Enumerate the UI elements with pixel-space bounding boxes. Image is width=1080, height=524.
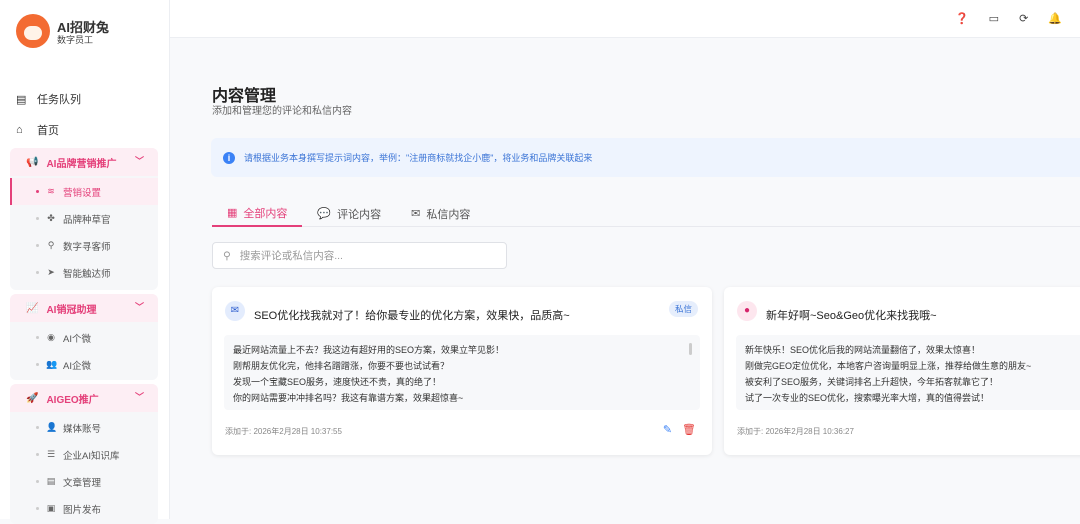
nav-label: 企业AI知识库 bbox=[63, 450, 120, 462]
brand-subtitle: 数字员工 bbox=[57, 35, 94, 45]
added-time: 添加于: 2026年2月28日 10:37:55 bbox=[225, 427, 342, 436]
home-icon: ⌂ bbox=[16, 124, 23, 136]
tab-label: 私信内容 bbox=[426, 208, 471, 221]
group-label: AI销冠助理 bbox=[46, 304, 97, 316]
nav-label: 文章管理 bbox=[63, 477, 102, 489]
send-icon: ➤ bbox=[47, 267, 55, 277]
trash-icon[interactable]: 🗑 bbox=[682, 423, 696, 436]
edit-icon[interactable]: ✎ bbox=[663, 423, 672, 436]
content-line: 你的网站需要冲冲排名吗？我这有靠谱方案，效果超惊喜~ bbox=[233, 393, 464, 403]
tab-comments[interactable]: 💬 评论内容 bbox=[302, 200, 396, 227]
content-line: 新年快乐！SEO优化后我的网站流量翻倍了，效果太惊喜！ bbox=[745, 345, 981, 355]
banner-text: 请根据业务本身撰写提示词内容，举例："注册商标就找企小鹿"，将业务和品牌关联起来 bbox=[244, 153, 593, 163]
top-bar: ❓ ▭ ⟳ 🔔 bbox=[170, 0, 1080, 38]
card-body: 最近网站流量上不去？我这边有超好用的SEO方案，效果立竿见影！ 刚帮朋友优化完，… bbox=[224, 335, 700, 410]
content-line: 最近网站流量上不去？我这边有超好用的SEO方案，效果立竿见影！ bbox=[233, 345, 505, 355]
search-placeholder: 搜索评论或私信内容... bbox=[239, 250, 343, 262]
layers-icon: ≋ bbox=[47, 186, 55, 196]
search-icon: ⚲ bbox=[223, 249, 231, 262]
content-line: 发现一个宝藏SEO服务，速度快还不贵，真的绝了！ bbox=[233, 377, 442, 387]
rocket-icon: 🚀 bbox=[26, 392, 39, 404]
bell-icon[interactable]: 🔔 bbox=[1048, 12, 1062, 25]
nav-item-knowledge-base[interactable]: ☰ 企业AI知识库 bbox=[10, 441, 158, 468]
nav-task-queue[interactable]: ▤ 任务队列 bbox=[16, 91, 81, 107]
user-icon: 👤 bbox=[46, 422, 58, 432]
tab-label: 评论内容 bbox=[337, 208, 382, 221]
nav-item-smart-reach[interactable]: ➤ 智能触达师 bbox=[10, 259, 158, 286]
nav-item-image-publish[interactable]: ▣ 图片发布 bbox=[10, 495, 158, 522]
nav-item-articles[interactable]: ▤ 文章管理 bbox=[10, 468, 158, 495]
envelope-icon: ✉ bbox=[225, 301, 245, 321]
image-icon: ▣ bbox=[46, 503, 56, 513]
user-circle-icon: ◉ bbox=[47, 332, 55, 342]
content-line: 刚做完GEO定位优化，本地客户咨询量明显上涨，推荐给做生意的朋友~ bbox=[745, 361, 1032, 371]
search-icon: ⚲ bbox=[47, 240, 55, 250]
seedling-icon: ✤ bbox=[47, 213, 55, 223]
scrollbar[interactable] bbox=[689, 343, 692, 355]
tab-all[interactable]: ▦ 全部内容 bbox=[212, 200, 303, 227]
nav-label: AI个微 bbox=[63, 333, 91, 345]
search-input[interactable]: ⚲ 搜索评论或私信内容... bbox=[212, 242, 507, 269]
list-icon: ▤ bbox=[16, 93, 27, 106]
logo bbox=[16, 14, 50, 48]
megaphone-icon: 📢 bbox=[26, 156, 39, 168]
nav-label: 首页 bbox=[37, 125, 59, 137]
card-title: 新年好啊~Seo&Geo优化来找我哦~ bbox=[766, 310, 937, 322]
nav-item-media-accounts[interactable]: 👤 媒体账号 bbox=[10, 414, 158, 441]
nav-label: 媒体账号 bbox=[63, 423, 102, 435]
chevron-down-icon: ﹀ bbox=[134, 392, 144, 402]
nav-label: 任务队列 bbox=[37, 94, 81, 106]
tab-label: 全部内容 bbox=[243, 207, 288, 220]
nav-label: 营销设置 bbox=[63, 187, 102, 199]
nav-item-customer-finder[interactable]: ⚲ 数字寻客师 bbox=[10, 232, 158, 259]
nav-item-brand-seeding[interactable]: ✤ 品牌种草官 bbox=[10, 205, 158, 232]
type-badge: 私信 bbox=[668, 301, 698, 317]
ticket-icon[interactable]: ▭ bbox=[989, 12, 999, 25]
group-header[interactable]: 🚀 AIGEO推广 ﹀ bbox=[10, 384, 158, 412]
refresh-icon[interactable]: ⟳ bbox=[1019, 12, 1028, 25]
content-line: 试了一次专业的SEO优化，搜索曝光率大增，真的值得尝试！ bbox=[745, 393, 990, 403]
help-icon[interactable]: ❓ bbox=[955, 12, 969, 25]
comment-icon: 💬 bbox=[317, 208, 332, 220]
nav-label: 图片发布 bbox=[63, 504, 102, 516]
content-card: ✉ SEO优化找我就对了！给你最专业的优化方案，效果快，品质高~ 私信 最近网站… bbox=[212, 287, 712, 455]
database-icon: ☰ bbox=[46, 449, 56, 459]
users-icon: 👥 bbox=[46, 359, 58, 369]
card-body: 新年快乐！SEO优化后我的网站流量翻倍了，效果太惊喜！ 刚做完GEO定位优化，本… bbox=[736, 335, 1080, 410]
sidebar: AI招财兔 数字员工 ▤ 任务队列 ⌂ 首页 📢 AI品牌营销推广 ﹀ ≋ 营销设置 ✤ 品… bbox=[0, 0, 170, 524]
card-title: SEO优化找我就对了！给你最专业的优化方案，效果快，品质高~ bbox=[254, 310, 570, 322]
article-icon: ▤ bbox=[46, 476, 56, 486]
group-label: AI品牌营销推广 bbox=[46, 158, 117, 170]
nav-label: 智能触达师 bbox=[63, 268, 111, 280]
nav-group-sales-assistant: 📈 AI销冠助理 ﹀ ◉ AI个微 👥 AI企微 bbox=[10, 294, 158, 380]
nav-label: 数字寻客师 bbox=[63, 241, 111, 253]
grid-icon: ▦ bbox=[227, 207, 238, 219]
tab-messages[interactable]: ✉ 私信内容 bbox=[396, 200, 485, 227]
added-time: 添加于: 2026年2月28日 10:36:27 bbox=[737, 427, 854, 436]
nav-group-aigeo: 🚀 AIGEO推广 ﹀ 👤 媒体账号 ☰ 企业AI知识库 ▤ 文章管理 ▣ 图片发布 bbox=[10, 384, 158, 524]
nav-item-ai-wecom[interactable]: 👥 AI企微 bbox=[10, 351, 158, 378]
nav-label: 品牌种草官 bbox=[63, 214, 111, 226]
content-line: 刚帮朋友优化完，他排名蹭蹭涨，你要不要也试试看？ bbox=[233, 361, 450, 371]
content-tabs: ▦ 全部内容 💬 评论内容 ✉ 私信内容 bbox=[212, 200, 1080, 227]
chevron-down-icon: ﹀ bbox=[134, 156, 144, 166]
page-subtitle: 添加和管理您的评论和私信内容 bbox=[212, 106, 352, 117]
info-icon: i bbox=[223, 151, 235, 164]
content-card: ● 新年好啊~Seo&Geo优化来找我哦~ 新年快乐！SEO优化后我的网站流量翻… bbox=[724, 287, 1080, 455]
chevron-down-icon: ﹀ bbox=[134, 302, 144, 312]
group-label: AIGEO推广 bbox=[46, 394, 99, 406]
nav-group-brand-marketing: 📢 AI品牌营销推广 ﹀ ≋ 营销设置 ✤ 品牌种草官 ⚲ 数字寻客师 ➤ 智能触达师 bbox=[10, 148, 158, 290]
envelope-icon: ✉ bbox=[411, 208, 421, 220]
nav-item-ai-wechat[interactable]: ◉ AI个微 bbox=[10, 324, 158, 351]
info-banner: i 请根据业务本身撰写提示词内容，举例："注册商标就找企小鹿"，将业务和品牌关联起… bbox=[211, 138, 1080, 177]
comment-icon: ● bbox=[737, 301, 757, 321]
chart-line-icon: 📈 bbox=[26, 302, 39, 314]
nav-label: AI企微 bbox=[63, 360, 91, 372]
nav-home[interactable]: ⌂ 首页 bbox=[16, 122, 59, 138]
nav-item-marketing-settings[interactable]: ≋ 营销设置 bbox=[10, 178, 158, 205]
group-header[interactable]: 📢 AI品牌营销推广 ﹀ bbox=[10, 148, 158, 176]
content-line: 被安利了SEO服务，关键词排名上升超快，今年拓客就靠它了！ bbox=[745, 377, 999, 387]
group-header[interactable]: 📈 AI销冠助理 ﹀ bbox=[10, 294, 158, 322]
